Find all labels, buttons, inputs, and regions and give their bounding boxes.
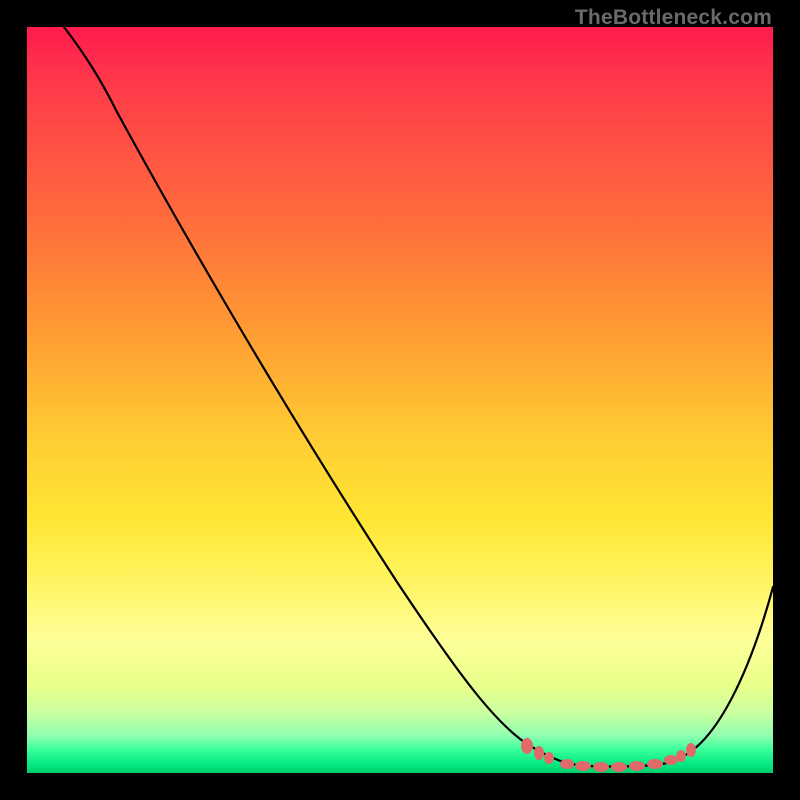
curve-marker <box>647 759 663 769</box>
watermark-text: TheBottleneck.com <box>575 6 772 30</box>
plot-area <box>27 27 773 773</box>
curve-marker <box>629 761 645 771</box>
curve-marker <box>575 761 591 771</box>
curve-marker <box>611 762 627 772</box>
curve-marker <box>593 762 609 772</box>
curve-marker <box>560 759 574 769</box>
bottleneck-curve <box>64 27 773 767</box>
curve-marker <box>664 755 678 765</box>
curve-marker <box>686 743 696 757</box>
curve-marker <box>534 746 544 760</box>
bottleneck-curve-svg <box>27 27 773 773</box>
marker-group <box>521 738 696 772</box>
curve-marker <box>676 750 686 762</box>
curve-marker <box>521 738 533 754</box>
curve-marker <box>544 752 554 764</box>
chart-frame: TheBottleneck.com <box>0 0 800 800</box>
